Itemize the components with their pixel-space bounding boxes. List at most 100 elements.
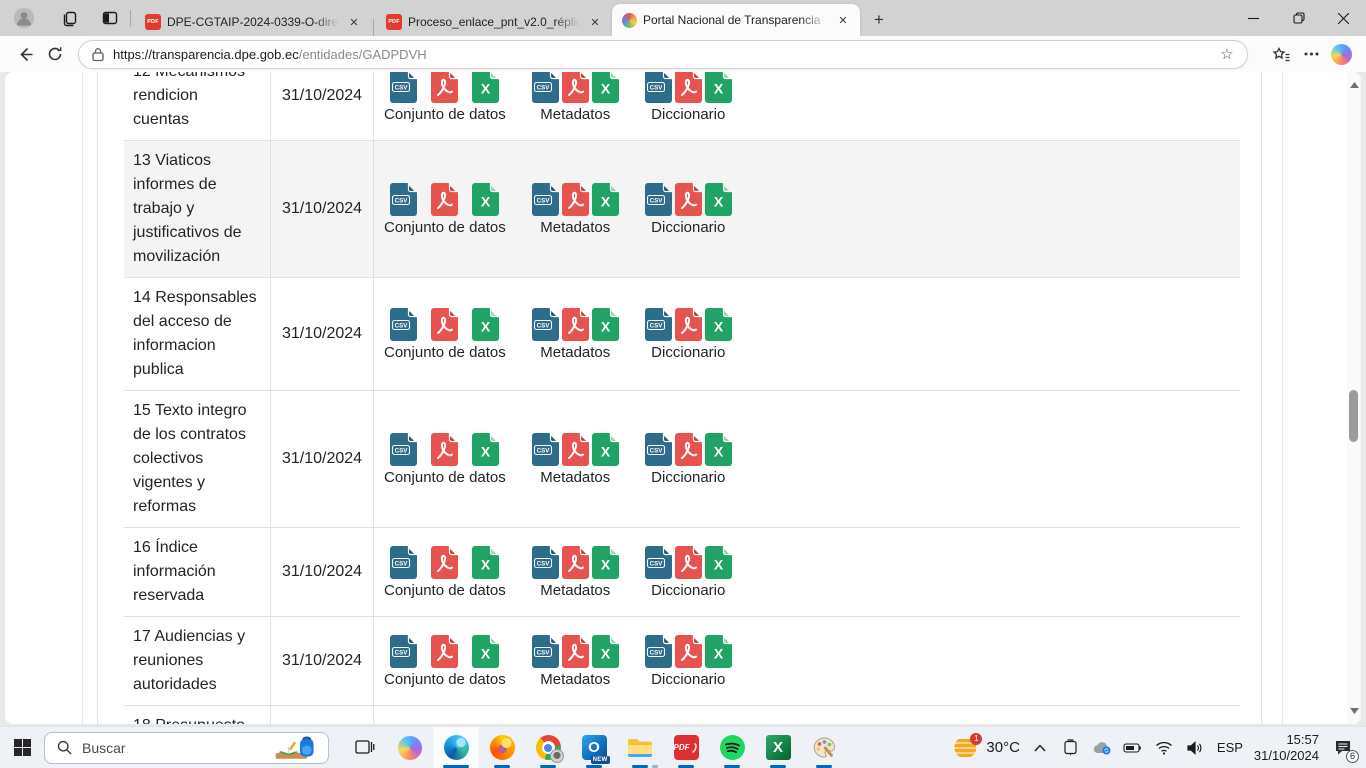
taskbar-app-task-view[interactable]	[341, 727, 387, 768]
xls-file-icon[interactable]: X	[592, 72, 619, 103]
pdf-file-icon[interactable]	[562, 308, 589, 341]
pdf-file-icon[interactable]	[562, 546, 589, 579]
download-group-label[interactable]: Diccionario	[651, 671, 725, 688]
taskbar-search-input[interactable]: Buscar	[44, 732, 329, 764]
hidden-icons-chevron[interactable]	[1029, 734, 1051, 762]
download-group[interactable]: CSVXDiccionario	[645, 308, 732, 361]
clock[interactable]: 15:57 31/10/2024	[1254, 732, 1319, 764]
download-group-label[interactable]: Conjunto de datos	[384, 582, 506, 599]
pdf-file-icon[interactable]	[562, 433, 589, 466]
address-bar[interactable]: https://transparencia.dpe.gob.ec/entidad…	[78, 40, 1248, 69]
refresh-button[interactable]	[40, 39, 70, 69]
csv-file-icon[interactable]: CSV	[390, 635, 417, 668]
tab-close-icon[interactable]: ✕	[586, 13, 604, 31]
download-group-label[interactable]: Metadatos	[540, 219, 610, 236]
taskbar-app-excel[interactable]: X	[755, 727, 801, 768]
settings-ellipsis-icon[interactable]	[1296, 39, 1326, 69]
favorite-star-icon[interactable]: ☆	[1215, 42, 1239, 66]
xls-file-icon[interactable]: X	[592, 183, 619, 216]
xls-file-icon[interactable]: X	[472, 308, 499, 341]
download-group[interactable]: CSVXMetadatos	[532, 308, 619, 361]
start-button[interactable]	[0, 727, 44, 768]
browser-tab[interactable]: PDFDPE-CGTAIP-2024-0339-O-directri✕	[135, 8, 371, 36]
tab-actions-icon[interactable]	[94, 4, 126, 32]
download-group-label[interactable]: Metadatos	[540, 106, 610, 123]
taskbar-app-copilot[interactable]	[387, 727, 433, 768]
download-group-label[interactable]: Conjunto de datos	[384, 469, 506, 486]
download-group[interactable]: CSVXMetadatos	[532, 635, 619, 688]
pdf-file-icon[interactable]	[675, 183, 702, 216]
xls-file-icon[interactable]: X	[705, 308, 732, 341]
copilot-icon[interactable]	[1326, 39, 1356, 69]
csv-file-icon[interactable]: CSV	[645, 635, 672, 668]
csv-file-icon[interactable]: CSV	[390, 308, 417, 341]
pdf-file-icon[interactable]	[675, 72, 702, 103]
download-group-label[interactable]: Diccionario	[651, 582, 725, 599]
csv-file-icon[interactable]: CSV	[645, 183, 672, 216]
taskbar-app-chrome[interactable]	[525, 727, 571, 768]
xls-file-icon[interactable]: X	[592, 308, 619, 341]
csv-file-icon[interactable]: CSV	[645, 72, 672, 103]
xls-file-icon[interactable]: X	[705, 433, 732, 466]
xls-file-icon[interactable]: X	[705, 72, 732, 103]
download-group[interactable]: CSV X Diccionario	[645, 635, 732, 688]
page-scrollbar[interactable]	[1347, 72, 1361, 724]
csv-file-icon[interactable]: CSV	[532, 433, 559, 466]
restore-button[interactable]	[1276, 0, 1321, 36]
csv-file-icon[interactable]: CSV	[532, 183, 559, 216]
minimize-button[interactable]	[1231, 0, 1276, 36]
download-group[interactable]: CSVXMetadatos	[532, 433, 619, 486]
pdf-file-icon[interactable]	[562, 72, 589, 103]
language-indicator[interactable]: ESP	[1215, 740, 1245, 755]
scroll-down-arrow[interactable]	[1347, 704, 1361, 718]
xls-file-icon[interactable]: X	[705, 183, 732, 216]
profile-avatar[interactable]	[8, 4, 40, 32]
download-group[interactable]: CSVXDiccionario	[645, 72, 732, 123]
volume-icon[interactable]	[1184, 734, 1206, 762]
csv-file-icon[interactable]: CSV	[390, 546, 417, 579]
onedrive-sync-icon[interactable]	[1091, 734, 1113, 762]
favorites-hub-icon[interactable]	[1266, 39, 1296, 69]
xls-file-icon[interactable]: X	[472, 635, 499, 668]
back-button[interactable]	[10, 39, 40, 69]
download-group-label[interactable]: Metadatos	[540, 344, 610, 361]
download-group-label[interactable]: Conjunto de datos	[384, 671, 506, 688]
xls-file-icon[interactable]: X	[705, 635, 732, 668]
xls-file-icon[interactable]: X	[472, 546, 499, 579]
download-group[interactable]: CSVXConjunto de datos	[384, 308, 506, 361]
taskbar-app-edge[interactable]	[433, 727, 479, 768]
download-group-label[interactable]: Metadatos	[540, 469, 610, 486]
browser-tab[interactable]: PDFProceso_enlace_pnt_v2.0_réplica_✕	[376, 8, 612, 36]
taskbar-app-pdf-app[interactable]: PDF	[663, 727, 709, 768]
scroll-up-arrow[interactable]	[1347, 78, 1361, 92]
download-group[interactable]: CSV X Conjunto de datos	[384, 433, 506, 486]
xls-file-icon[interactable]: X	[472, 433, 499, 466]
download-group[interactable]: CSV X Conjunto de datos	[384, 635, 506, 688]
csv-file-icon[interactable]: CSV	[645, 546, 672, 579]
taskbar-app-paint[interactable]	[801, 727, 847, 768]
pdf-file-icon[interactable]	[675, 433, 702, 466]
download-group-label[interactable]: Diccionario	[651, 469, 725, 486]
download-group-label[interactable]: Metadatos	[540, 671, 610, 688]
pdf-file-icon[interactable]	[562, 183, 589, 216]
browser-tab[interactable]: Portal Nacional de Transparencia✕	[612, 4, 860, 36]
download-group[interactable]: CSV X Metadatos	[532, 183, 619, 236]
download-group[interactable]: CSVXDiccionario	[645, 546, 732, 599]
pdf-file-icon[interactable]	[562, 635, 589, 668]
taskbar-app-firefox[interactable]	[479, 727, 525, 768]
tab-close-icon[interactable]: ✕	[345, 13, 363, 31]
download-group[interactable]: CSV X Conjunto de datos	[384, 546, 506, 599]
xls-file-icon[interactable]: X	[472, 183, 499, 216]
csv-file-icon[interactable]: CSV	[390, 433, 417, 466]
cast-device-icon[interactable]	[1060, 734, 1082, 762]
pdf-file-icon[interactable]	[431, 635, 458, 668]
pdf-file-icon[interactable]	[431, 546, 458, 579]
pdf-file-icon[interactable]	[675, 635, 702, 668]
csv-file-icon[interactable]: CSV	[645, 433, 672, 466]
download-group[interactable]: CSV X Diccionario	[645, 433, 732, 486]
xls-file-icon[interactable]: X	[592, 546, 619, 579]
download-group[interactable]: CSVXMetadatos	[532, 546, 619, 599]
csv-file-icon[interactable]: CSV	[645, 308, 672, 341]
csv-file-icon[interactable]: CSV	[532, 635, 559, 668]
close-button[interactable]	[1321, 0, 1366, 36]
